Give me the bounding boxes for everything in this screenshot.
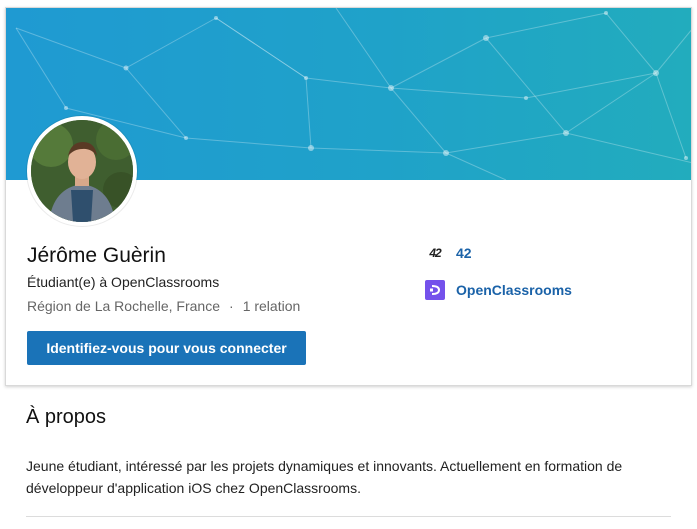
experience-item-42[interactable]: 42 42	[425, 243, 472, 263]
profile-photo	[31, 120, 133, 222]
experience-item-openclassrooms[interactable]: OpenClassrooms	[425, 280, 572, 300]
about-heading: À propos	[26, 406, 107, 428]
about-text: Jeune étudiant, intéressé par les projet…	[26, 458, 623, 496]
experience-label[interactable]: 42	[456, 245, 472, 261]
openclassrooms-logo-icon	[425, 280, 445, 300]
experience-label[interactable]: OpenClassrooms	[456, 282, 572, 298]
42-logo-icon: 42	[429, 246, 441, 260]
separator-dot: ·	[229, 298, 234, 314]
profile-card: Jérôme Guèrin Étudiant(e) à OpenClassroo…	[5, 7, 692, 386]
profile-location: Région de La Rochelle, France	[27, 298, 221, 314]
profile-headline: Étudiant(e) à OpenClassrooms	[27, 274, 220, 290]
profile-name: Jérôme Guèrin	[27, 244, 166, 267]
sign-in-button[interactable]: Identifiez-vous pour vous connecter	[27, 331, 306, 365]
profile-meta: Région de La Rochelle, France · 1 relati…	[27, 298, 300, 314]
section-divider	[26, 516, 671, 517]
profile-avatar[interactable]	[27, 116, 137, 226]
profile-page: Jérôme Guèrin Étudiant(e) à OpenClassroo…	[0, 0, 697, 529]
profile-connections: 1 relation	[242, 298, 301, 314]
